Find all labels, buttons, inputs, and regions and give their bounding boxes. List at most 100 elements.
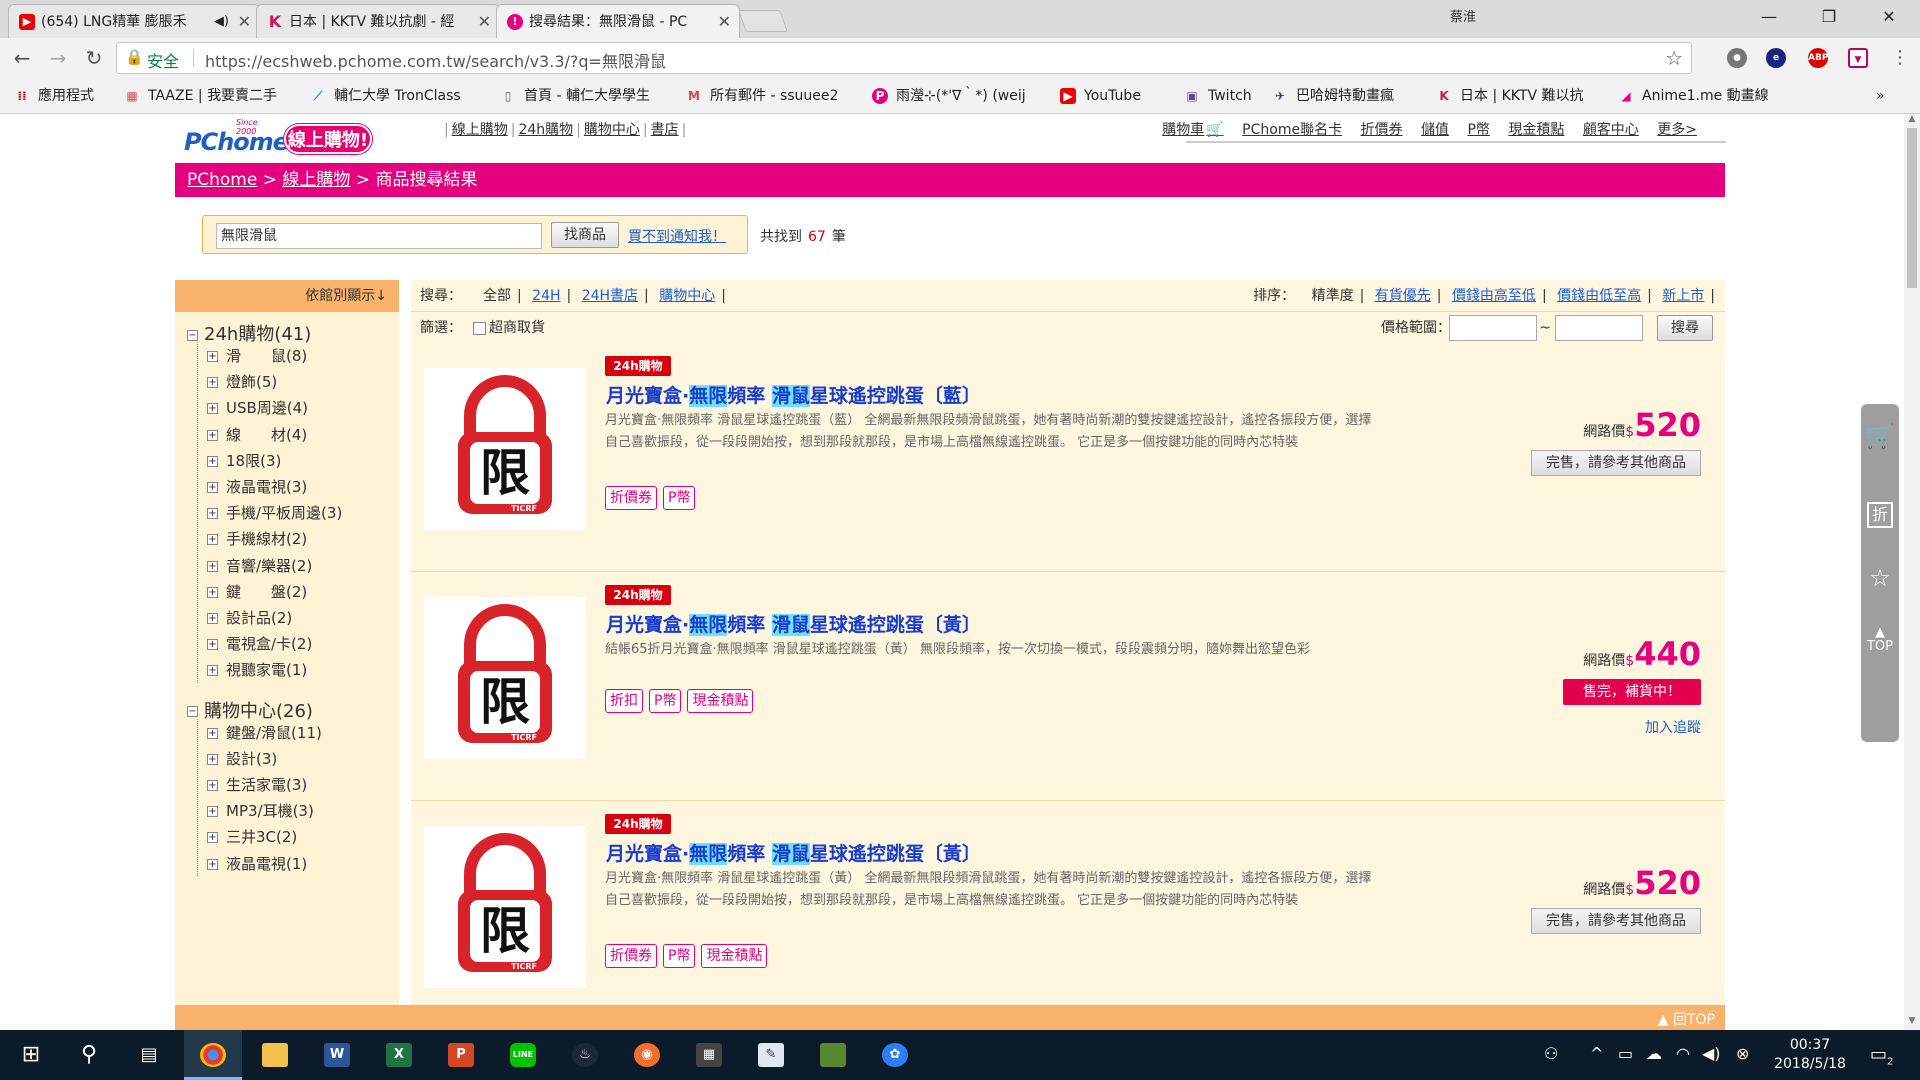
expand-icon[interactable]: + bbox=[207, 534, 218, 546]
tray-chevron-icon[interactable]: ^ bbox=[1590, 1044, 1603, 1063]
expand-icon[interactable]: + bbox=[207, 753, 218, 765]
expand-icon[interactable]: + bbox=[207, 351, 218, 362]
promo-tag[interactable]: 折扣 bbox=[605, 689, 643, 713]
expand-icon[interactable]: + bbox=[207, 665, 218, 677]
price-min-input[interactable] bbox=[1449, 315, 1537, 341]
expand-icon[interactable]: + bbox=[207, 806, 218, 818]
promo-tag[interactable]: 現金積點 bbox=[687, 689, 754, 713]
collapse-icon[interactable]: − bbox=[187, 706, 198, 718]
taskbar-origin[interactable]: ◉ bbox=[618, 1030, 676, 1080]
expand-icon[interactable]: + bbox=[207, 780, 218, 791]
notification-icon[interactable]: ▭2 bbox=[1870, 1044, 1893, 1068]
bookmark-pixnet[interactable]: P 雨瀅⊹(*'∇｀*) (weij bbox=[872, 86, 1026, 106]
expand-icon[interactable]: + bbox=[207, 858, 218, 870]
product-image[interactable]: 限 TICRF bbox=[424, 826, 586, 988]
minimize-icon[interactable]: — bbox=[1740, 0, 1798, 34]
back-to-top-icon[interactable]: ▲ TOP bbox=[1861, 626, 1899, 666]
category-item[interactable]: + 燈飾(5) bbox=[207, 372, 277, 392]
url-text[interactable]: https://ecshweb.pchome.com.tw/search/v3.… bbox=[205, 48, 666, 72]
promo-tag[interactable]: 現金積點 bbox=[701, 944, 768, 968]
close-window-icon[interactable]: ✕ bbox=[1860, 0, 1918, 34]
expand-icon[interactable]: + bbox=[207, 560, 218, 572]
close-tab-icon[interactable]: ✕ bbox=[238, 5, 251, 38]
scroll-down-icon[interactable]: ▼ bbox=[1904, 1016, 1920, 1030]
expand-icon[interactable]: + bbox=[207, 727, 218, 739]
bookmark-anime1[interactable]: ◢ Anime1.me 動畫線 bbox=[1618, 86, 1768, 106]
expand-icon[interactable]: + bbox=[207, 639, 218, 651]
onedrive-icon[interactable]: ☁ bbox=[1646, 1044, 1662, 1063]
bookmark-tronclass[interactable]: ⟋ 輔仁大學 TronClass bbox=[310, 86, 461, 106]
tab-pchome-search[interactable]: ! 搜尋結果：無限滑鼠 - PC ✕ bbox=[496, 4, 740, 38]
category-item[interactable]: + 設計(3) bbox=[207, 749, 277, 769]
sort-price-desc[interactable]: 價錢由高至低 bbox=[1452, 288, 1536, 304]
new-tab-button[interactable] bbox=[737, 10, 789, 32]
taskbar-notepad[interactable]: ✎ bbox=[742, 1030, 800, 1080]
price-max-input[interactable] bbox=[1555, 315, 1643, 341]
search-icon[interactable]: ⚲ bbox=[60, 1030, 118, 1080]
category-item[interactable]: + 設計品(2) bbox=[207, 608, 292, 628]
audio-icon[interactable]: ◀) bbox=[214, 5, 229, 38]
store-pickup-label[interactable]: 超商取貨 bbox=[489, 312, 545, 344]
nav-books[interactable]: 書店 bbox=[651, 122, 679, 138]
taskbar-line[interactable]: LINE bbox=[494, 1030, 552, 1080]
category-item[interactable]: + 三井3C(2) bbox=[207, 827, 297, 847]
link-more[interactable]: 更多> bbox=[1657, 122, 1697, 138]
reload-icon[interactable]: ↻ bbox=[80, 44, 108, 72]
bookmark-twitch[interactable]: ▣ Twitch bbox=[1184, 86, 1251, 106]
link-coupon[interactable]: 折價券 bbox=[1361, 122, 1403, 138]
forward-icon[interactable]: → bbox=[44, 44, 72, 72]
sort-newest[interactable]: 新上市 bbox=[1662, 288, 1704, 304]
nav-24h[interactable]: 24h購物 bbox=[518, 122, 573, 138]
vertical-scrollbar[interactable]: ▲ ▼ bbox=[1904, 114, 1920, 1030]
favorite-star-icon[interactable]: ☆ bbox=[1861, 564, 1899, 604]
sidebar-header[interactable]: 依館別顯示↓ bbox=[175, 280, 399, 312]
link-pcoin[interactable]: P幣 bbox=[1467, 122, 1489, 138]
product-title-link[interactable]: 月光寶盒·無限頻率 滑鼠星球遙控跳蛋〔黃〕 bbox=[606, 839, 981, 866]
bookmark-taaze[interactable]: ▦ TAAZE | 我要賣二手 bbox=[124, 86, 277, 106]
soldout-status[interactable]: 完售，請參考其他商品 bbox=[1531, 450, 1701, 476]
link-card[interactable]: PChome聯名卡 bbox=[1242, 122, 1342, 138]
expand-icon[interactable]: + bbox=[207, 377, 218, 389]
taskbar-explorer[interactable] bbox=[246, 1030, 304, 1080]
input-method-icon[interactable]: ⊗ bbox=[1736, 1044, 1749, 1063]
bookmark-gmail[interactable]: M 所有郵件 - ssuuee2 bbox=[686, 86, 838, 106]
search-button[interactable]: 找商品 bbox=[551, 222, 619, 248]
taskbar-calculator[interactable]: ▦ bbox=[680, 1030, 738, 1080]
tab-kktv[interactable]: K 日本 | KKTV 難以抗劇 - 經 ✕ bbox=[256, 4, 500, 38]
store-pickup-checkbox[interactable] bbox=[473, 322, 486, 335]
notify-link[interactable]: 買不到通知我！ bbox=[628, 226, 726, 246]
expand-icon[interactable]: + bbox=[207, 455, 218, 467]
promo-tag[interactable]: 折價券 bbox=[605, 944, 657, 968]
crumb-section[interactable]: 線上購物 bbox=[282, 170, 350, 190]
extension-icon[interactable]: ● bbox=[1727, 48, 1747, 68]
category-item[interactable]: + 手機/平板周邊(3) bbox=[207, 503, 342, 523]
category-group[interactable]: − 購物中心(26) bbox=[187, 697, 313, 723]
start-icon[interactable]: ⊞ bbox=[2, 1030, 60, 1080]
search-input[interactable]: 無限滑鼠 bbox=[216, 223, 542, 249]
category-item[interactable]: + 手機線材(2) bbox=[207, 529, 307, 549]
cart-icon[interactable]: 🛒 bbox=[1861, 422, 1899, 462]
people-icon[interactable]: ⚇ bbox=[1544, 1044, 1558, 1063]
clock[interactable]: 00:37 2018/5/18 bbox=[1768, 1036, 1852, 1074]
taskbar-chrome[interactable] bbox=[184, 1030, 242, 1080]
discount-icon[interactable]: 折 bbox=[1861, 496, 1899, 536]
category-group[interactable]: −24h購物(41) bbox=[187, 320, 311, 346]
product-image[interactable]: 限 TICRF bbox=[424, 597, 586, 759]
source-24h-books[interactable]: 24H書店 bbox=[582, 288, 638, 304]
taskbar-minecraft[interactable] bbox=[804, 1030, 862, 1080]
restore-icon[interactable]: ❐ bbox=[1800, 0, 1858, 34]
pocket-icon[interactable]: ▼ bbox=[1848, 48, 1868, 68]
scroll-up-icon[interactable]: ▲ bbox=[1904, 114, 1920, 128]
category-item[interactable]: + 生活家電(3) bbox=[207, 775, 307, 795]
bookmark-kktv[interactable]: K 日本 | KKTV 難以抗 bbox=[1436, 86, 1583, 106]
address-bar[interactable]: 🔒 安全 https://ecshweb.pchome.com.tw/searc… bbox=[116, 42, 1692, 74]
category-item[interactable]: + 滑 鼠(8) bbox=[207, 346, 307, 366]
restock-status[interactable]: 售完，補貨中！ bbox=[1563, 679, 1701, 705]
source-mall[interactable]: 購物中心 bbox=[659, 288, 715, 304]
cart-link[interactable]: 購物車 🛒 bbox=[1162, 122, 1223, 138]
volume-icon[interactable]: ◀) bbox=[1702, 1044, 1721, 1063]
back-icon[interactable]: ← bbox=[8, 44, 36, 72]
follow-link[interactable]: 加入追蹤 bbox=[1645, 717, 1701, 737]
product-image[interactable]: 限 TICRF bbox=[424, 368, 586, 530]
product-title-link[interactable]: 月光寶盒·無限頻率 滑鼠星球遙控跳蛋〔藍〕 bbox=[606, 381, 981, 408]
